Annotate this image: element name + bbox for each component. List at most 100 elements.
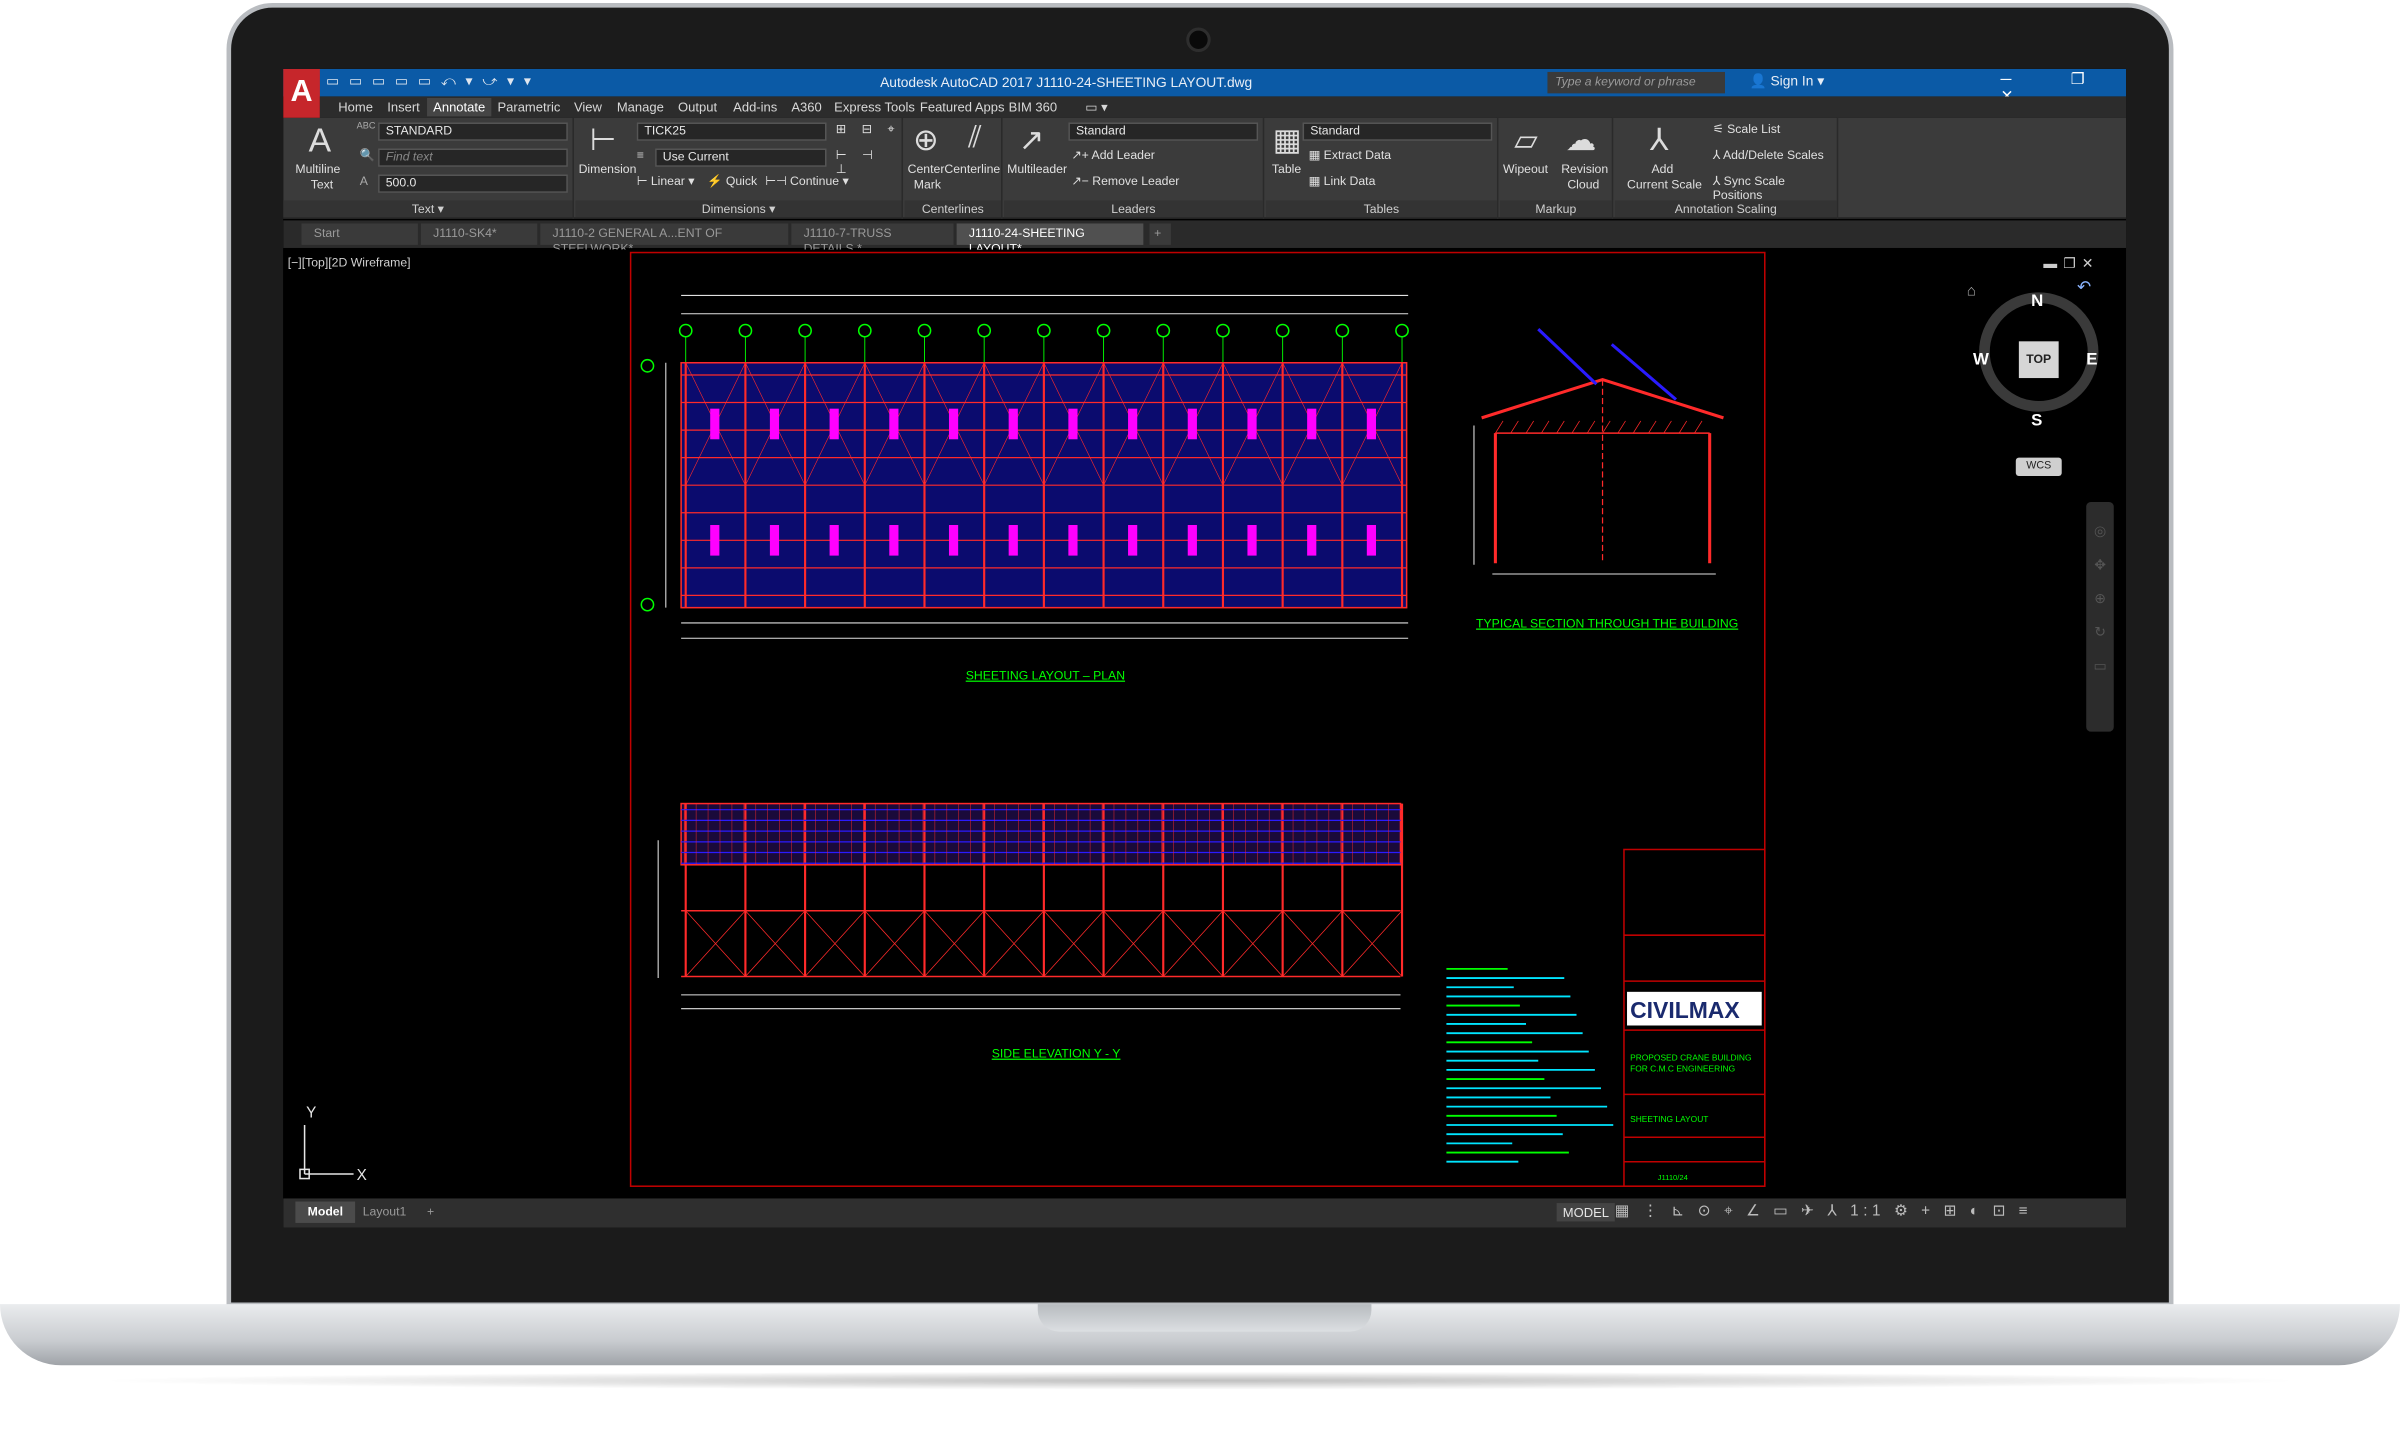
grid-bubble	[798, 323, 812, 338]
add-current-scale-label[interactable]: Add	[1652, 162, 1674, 176]
tab-general-arrangement[interactable]: J1110-2 GENERAL A...ENT OF STEELWORK*	[540, 223, 789, 256]
drawing-number: J1110/24	[1658, 1173, 1689, 1182]
sync-scale-button[interactable]: ⅄ Sync Scale Positions	[1713, 174, 1837, 202]
quick-access-toolbar[interactable]: ▭ ▭ ▭ ▭ ▭ ⤺ ▾ ⤻ ▾ ▾	[326, 73, 534, 90]
layout-tab-model[interactable]: Model	[295, 1201, 356, 1223]
quick-dim-button[interactable]: ⚡ Quick	[707, 174, 757, 188]
multileader-label[interactable]: Multileader	[1007, 162, 1067, 176]
scale-list-button[interactable]: ⚟ Scale List	[1713, 122, 1780, 136]
search-input[interactable]: Type a keyword or phrase	[1547, 71, 1725, 94]
ribbon-tab-insert[interactable]: Insert	[381, 98, 426, 116]
revision-cloud-icon[interactable]: ☁	[1564, 121, 1598, 159]
continue-button[interactable]: ⊢⊣ Continue ▾	[765, 174, 848, 188]
panel-leaders-label[interactable]: Leaders	[1004, 200, 1263, 218]
add-current-scale-icon[interactable]: ⅄	[1642, 121, 1676, 159]
dim-tools-icons-2[interactable]: ⊢ ⊣ ⊥	[836, 148, 902, 176]
extract-data-button[interactable]: ▦ Extract Data	[1309, 148, 1391, 162]
add-layout-button[interactable]: +	[415, 1202, 447, 1223]
find-text-input[interactable]: Find text	[378, 148, 568, 167]
multileader-icon[interactable]: ↗	[1016, 121, 1047, 159]
ribbon: A Multiline Text ABC STANDARD Find text …	[283, 117, 2127, 219]
tab-j1110-sk4[interactable]: J1110-SK4*	[420, 223, 538, 245]
autocad-logo[interactable]: A	[283, 68, 320, 118]
ribbon-tab-output[interactable]: Output	[672, 98, 723, 116]
panel-markup-label[interactable]: Markup	[1499, 200, 1612, 218]
dim-style-select[interactable]: TICK25	[636, 122, 827, 141]
drawing-area[interactable]: [−][Top][2D Wireframe] ▬❐✕ SHEETING LAYO…	[283, 249, 2127, 1199]
panel-dimensions-label[interactable]: Dimensions ▾	[575, 200, 902, 218]
panel-tables-label[interactable]: Tables	[1265, 200, 1497, 218]
link-data-button[interactable]: ▦ Link Data	[1309, 174, 1376, 188]
add-delete-scales-button[interactable]: ⅄ Add/Delete Scales	[1713, 148, 1824, 162]
compass-east[interactable]: E	[2086, 351, 2097, 369]
ribbon-tab-featured-apps[interactable]: Featured Apps	[914, 98, 1011, 116]
navigation-bar-icons[interactable]: ◎ ✥ ⊕ ↻ ▭	[2086, 514, 2114, 682]
ribbon-tab-bim360[interactable]: BIM 360	[1003, 98, 1064, 116]
rooflight-panel	[948, 408, 959, 440]
dimension-icon[interactable]: ⊢	[588, 121, 619, 159]
wipeout-icon[interactable]: ▱	[1509, 121, 1543, 159]
viewcube-home-icon[interactable]: ⌂	[1967, 283, 1976, 300]
revision-cloud-label-2[interactable]: Cloud	[1567, 178, 1599, 192]
centerline-label[interactable]: Centerline	[944, 162, 1000, 176]
compass-west[interactable]: W	[1973, 351, 1989, 369]
ribbon-tab-manage[interactable]: Manage	[611, 98, 670, 116]
add-delete-scales-icon: ⅄	[1712, 148, 1721, 163]
remove-leader-button[interactable]: ↗− Remove Leader	[1071, 174, 1179, 188]
layout-tab-layout1[interactable]: Layout1	[351, 1202, 419, 1223]
continue-label: Continue	[790, 174, 840, 189]
rooflight-panel	[1128, 408, 1138, 440]
table-label[interactable]: Table	[1272, 162, 1301, 176]
leader-style-select[interactable]: Standard	[1068, 122, 1259, 141]
ribbon-tab-a360[interactable]: A360	[785, 98, 828, 116]
tab-start[interactable]: Start	[301, 223, 418, 245]
ribbon-tab-parametric[interactable]: Parametric	[491, 98, 566, 116]
center-mark-icon[interactable]: ⊕	[908, 121, 945, 159]
ribbon-tab-home[interactable]: Home	[332, 98, 379, 116]
sign-in-button[interactable]: 👤 Sign In ▾	[1749, 73, 1824, 90]
wcs-menu[interactable]: WCS	[2015, 457, 2062, 477]
sheeting-plan	[640, 294, 1409, 639]
ribbon-tab-view[interactable]: View	[568, 98, 608, 116]
centerline-icon[interactable]: ⫽	[957, 121, 994, 156]
tab-truss-details[interactable]: J1110-7-TRUSS DETAILS.*	[791, 223, 954, 256]
center-mark-label[interactable]: Center	[908, 162, 945, 176]
ribbon-options-icon[interactable]: ▭ ▾	[1079, 98, 1114, 118]
table-style-select[interactable]: Standard	[1302, 122, 1493, 141]
section-title: TYPICAL SECTION THROUGH THE BUILDING	[1476, 617, 1738, 631]
linear-button[interactable]: ⊢ Linear ▾	[637, 174, 695, 188]
sheet-title: SHEETING LAYOUT	[1630, 1114, 1708, 1124]
dim-tools-icons[interactable]: ⊞ ⊟ ⌖	[836, 122, 901, 137]
new-tab-button[interactable]: +	[1149, 223, 1171, 245]
text-height-select[interactable]: 500.0	[378, 174, 568, 193]
revision-cloud-label[interactable]: Revision	[1561, 162, 1608, 176]
center-mark-label-2[interactable]: Mark	[914, 178, 941, 192]
add-current-scale-label-2[interactable]: Current Scale	[1627, 178, 1702, 192]
add-leader-button[interactable]: ↗+ Add Leader	[1071, 148, 1154, 162]
multiline-text-label-2[interactable]: Text	[311, 178, 333, 192]
viewcube-rotate-icon[interactable]: ↶	[2077, 277, 2091, 297]
dimension-label[interactable]: Dimension	[579, 162, 637, 176]
multiline-text-icon[interactable]: A	[305, 121, 336, 161]
model-space-toggle[interactable]: MODEL	[1556, 1203, 1616, 1222]
panel-centerlines-label[interactable]: Centerlines	[904, 200, 1002, 218]
table-icon[interactable]: ▦	[1272, 121, 1303, 159]
dim-layer-select[interactable]: Use Current	[655, 148, 827, 167]
compass-north[interactable]: N	[2031, 292, 2043, 310]
viewcube-top-face[interactable]: TOP	[2018, 341, 2059, 379]
truss-web	[1510, 420, 1519, 434]
panel-annotation-scaling-label[interactable]: Annotation Scaling	[1614, 200, 1837, 218]
multiline-text-label[interactable]: Multiline	[295, 162, 340, 176]
tab-sheeting-layout[interactable]: J1110-24-SHEETING LAYOUT*	[956, 223, 1144, 256]
text-style-select[interactable]: STANDARD	[378, 122, 568, 141]
truss-web	[1648, 420, 1657, 434]
panel-text-label[interactable]: Text ▾	[283, 200, 573, 218]
compass-south[interactable]: S	[2031, 412, 2042, 430]
truss-web	[1495, 420, 1504, 434]
ribbon-tab-addins[interactable]: Add-ins	[727, 98, 783, 116]
wipeout-label[interactable]: Wipeout	[1503, 162, 1548, 176]
drawing-svg: SHEETING LAYOUT – PLAN TYPICAL SECTION T…	[299, 251, 1766, 1187]
status-tools-icons[interactable]: ▦ ⋮ ⊾ ⊙ ⌖ ∠ ▭ ✈ ⅄ 1:1 ⚙ + ⊞ ◐ ⊡ ≡	[1615, 1203, 2032, 1220]
ribbon-tab-express-tools[interactable]: Express Tools	[828, 98, 921, 116]
ribbon-tab-annotate[interactable]: Annotate	[427, 97, 492, 117]
